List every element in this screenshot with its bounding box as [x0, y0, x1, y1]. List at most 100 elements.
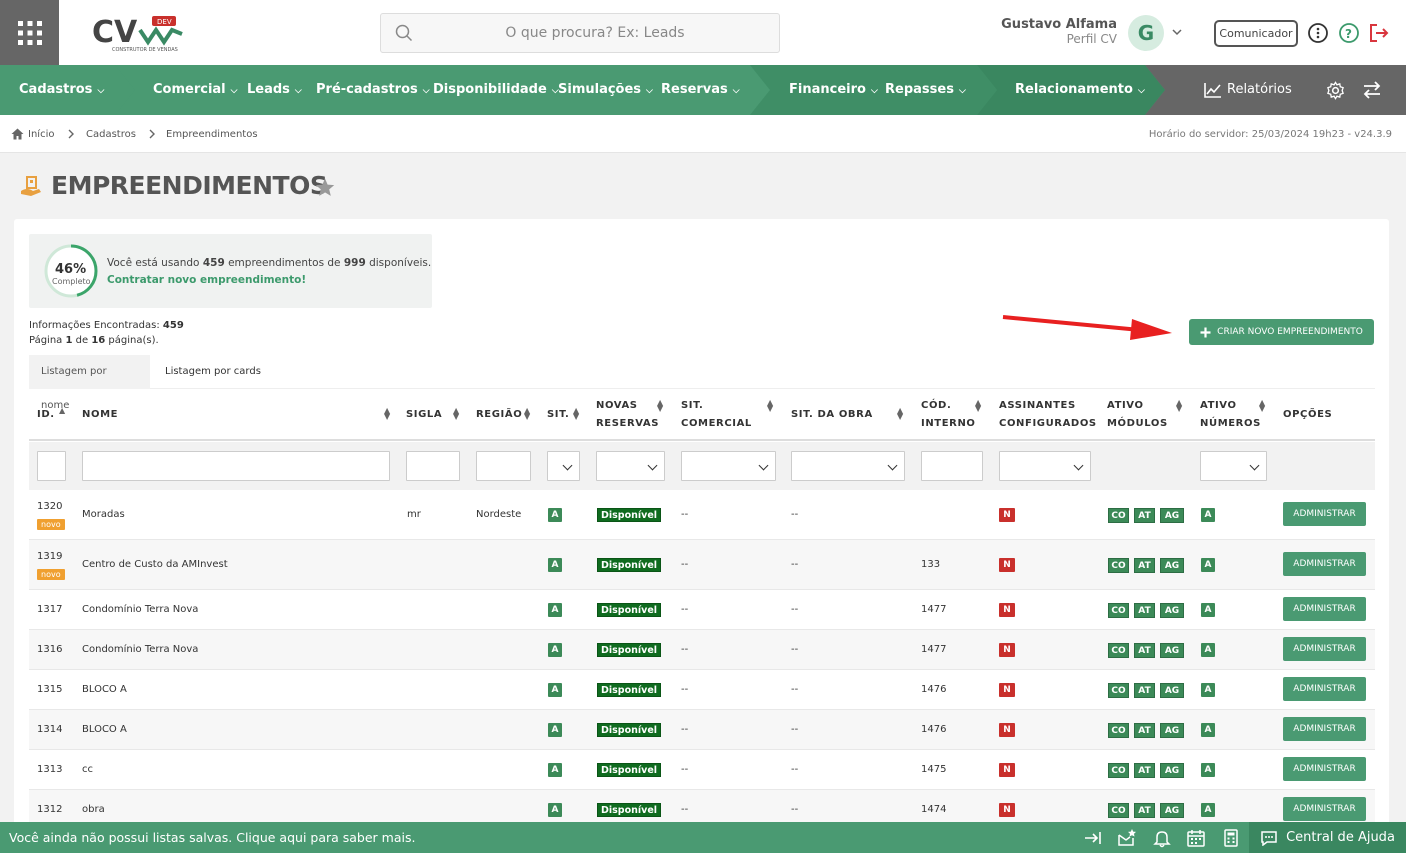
th-assinantes[interactable]: ASSINANTES CONFIGURADOS [999, 397, 1097, 433]
sort-icon: ▲ ▼ [384, 406, 391, 421]
nav-disponibilidade[interactable]: Disponibilidade ⌵ [433, 65, 559, 115]
administrar-button[interactable]: ADMINISTRAR [1283, 797, 1366, 821]
usage-used: 459 [202, 257, 225, 269]
nav-reservas[interactable]: Reservas ⌵ [661, 65, 740, 115]
filter-sit-select[interactable] [547, 451, 580, 481]
cell-sit-obra: -- [791, 509, 799, 520]
filter-numeros-select[interactable] [1200, 451, 1267, 481]
th-id[interactable]: ID. [37, 406, 55, 424]
th-ativo-numeros[interactable]: ATIVO NÚMEROS [1200, 397, 1261, 433]
apps-menu-button[interactable] [0, 0, 59, 65]
nav-label: Pré-cadastros [316, 82, 418, 97]
usage-panel: 46% Completo Você está usando 459 empree… [29, 234, 432, 308]
filter-sitcom-select[interactable] [681, 451, 776, 481]
nav-repasses[interactable]: Repasses ⌵ [885, 65, 966, 115]
breadcrumb-home[interactable]: Início [28, 129, 54, 140]
nav-leads[interactable]: Leads ⌵ [247, 65, 302, 115]
sit-badge: A [548, 558, 562, 572]
filter-novas-select[interactable] [596, 451, 665, 481]
bell-icon[interactable] [1152, 828, 1172, 848]
cell-nome: cc [82, 764, 93, 775]
th-nome[interactable]: NOME [82, 406, 118, 424]
nav-simulacoes[interactable]: Simulações ⌵ [558, 65, 653, 115]
nav-relatorios[interactable]: Relatórios [1204, 65, 1292, 115]
filter-nome-input[interactable] [82, 451, 390, 481]
filter-assinantes-select[interactable] [999, 451, 1091, 481]
star-icon[interactable] [315, 178, 335, 197]
more-options-icon[interactable] [1307, 22, 1329, 44]
cell-sit-comercial: -- [681, 644, 689, 655]
saved-lists-message[interactable]: Você ainda não possui listas salvas. Cli… [9, 830, 415, 845]
cell-nome: BLOCO A [82, 684, 127, 695]
contract-link[interactable]: Contratar novo empreendimento! [107, 274, 306, 286]
module-ag-badge: AG [1160, 803, 1184, 818]
avatar[interactable]: G [1128, 15, 1164, 51]
comunicador-button[interactable]: Comunicador [1214, 20, 1298, 47]
user-info[interactable]: Gustavo Alfama Perfil CV [1001, 17, 1117, 46]
th-sit-comercial[interactable]: SIT. COMERCIAL [681, 397, 752, 433]
cell-cod-interno: 1477 [921, 604, 947, 615]
chevron-down-icon: ⌵ [422, 86, 430, 96]
administrar-button[interactable]: ADMINISTRAR [1283, 677, 1366, 701]
logout-icon[interactable] [1368, 22, 1390, 44]
th-regiao[interactable]: REGIÃO [476, 406, 522, 424]
calculator-icon[interactable] [1221, 828, 1241, 848]
cell-nome: obra [82, 804, 105, 815]
tab-listagem-cards[interactable]: Listagem por cards [153, 355, 273, 389]
swap-icon[interactable] [1362, 81, 1382, 99]
create-empreendimento-button[interactable]: CRIAR NOVO EMPREENDIMENTO [1189, 319, 1374, 345]
nav-pre-cadastros[interactable]: Pré-cadastros ⌵ [316, 65, 430, 115]
administrar-button[interactable]: ADMINISTRAR [1283, 552, 1366, 576]
th-cod-interno[interactable]: CÓD. INTERNO [921, 397, 976, 433]
gear-icon[interactable] [1326, 81, 1345, 100]
cell-sit-obra: -- [791, 804, 799, 815]
chevron-down-icon: ⌵ [97, 86, 105, 96]
numeros-badge: A [1201, 603, 1215, 617]
filter-id-input[interactable] [37, 451, 66, 481]
administrar-button[interactable]: ADMINISTRAR [1283, 502, 1366, 526]
th-line: CÓD. [921, 400, 952, 411]
logo-text: CV [92, 15, 138, 50]
th-sigla[interactable]: SIGLA [406, 406, 442, 424]
help-center-button[interactable]: Central de Ajuda [1249, 822, 1406, 853]
create-button-label: CRIAR NOVO EMPREENDIMENTO [1217, 327, 1363, 337]
nav-label: Cadastros [19, 82, 93, 97]
footer-bar: Você ainda não possui listas salvas. Cli… [0, 822, 1406, 853]
search-input[interactable] [381, 14, 779, 52]
filter-regiao-input[interactable] [476, 451, 531, 481]
chevron-right-icon [149, 129, 155, 139]
administrar-button[interactable]: ADMINISTRAR [1283, 637, 1366, 661]
administrar-button[interactable]: ADMINISTRAR [1283, 717, 1366, 741]
cell-sit-comercial: -- [681, 724, 689, 735]
cell-sit-obra: -- [791, 604, 799, 615]
filter-cod-input[interactable] [921, 451, 983, 481]
administrar-button[interactable]: ADMINISTRAR [1283, 757, 1366, 781]
assinantes-badge: N [999, 763, 1015, 777]
th-line: ASSINANTES [999, 400, 1076, 411]
module-co-badge: CO [1108, 763, 1129, 778]
tab-listagem-nome[interactable]: Listagem por nome [29, 355, 150, 411]
mail-star-icon[interactable] [1117, 828, 1137, 848]
th-ativo-modulos[interactable]: ATIVO MÓDULOS [1107, 397, 1168, 433]
help-icon[interactable]: ? [1338, 22, 1360, 44]
cell-sigla: mr [407, 509, 421, 520]
filter-sigla-input[interactable] [406, 451, 460, 481]
th-sit[interactable]: SIT. [547, 406, 569, 424]
administrar-button[interactable]: ADMINISTRAR [1283, 597, 1366, 621]
nav-comercial[interactable]: Comercial ⌵ [153, 65, 237, 115]
collapse-right-icon[interactable] [1083, 828, 1103, 848]
th-novas-reservas[interactable]: NOVAS RESERVAS [596, 397, 659, 433]
nav-relacionamento[interactable]: Relacionamento ⌵ [1015, 65, 1145, 115]
th-sit-obra[interactable]: SIT. DA OBRA [791, 406, 873, 424]
sort-icon: ▲ ▼ [897, 406, 904, 421]
chevron-down-icon[interactable] [1171, 26, 1183, 38]
breadcrumb: Início Cadastros Empreendimentos Horário… [0, 115, 1406, 153]
disponivel-badge: Disponível [597, 603, 662, 617]
filter-sitobra-select[interactable] [791, 451, 905, 481]
calendar-icon[interactable] [1186, 828, 1206, 848]
nav-financeiro[interactable]: Financeiro ⌵ [789, 65, 878, 115]
module-ag-badge: AG [1160, 763, 1184, 778]
nav-cadastros[interactable]: Cadastros ⌵ [19, 65, 104, 115]
logo[interactable]: CV DEV CONSTRUTOR DE VENDAS [90, 12, 190, 54]
breadcrumb-cadastros[interactable]: Cadastros [86, 129, 136, 140]
